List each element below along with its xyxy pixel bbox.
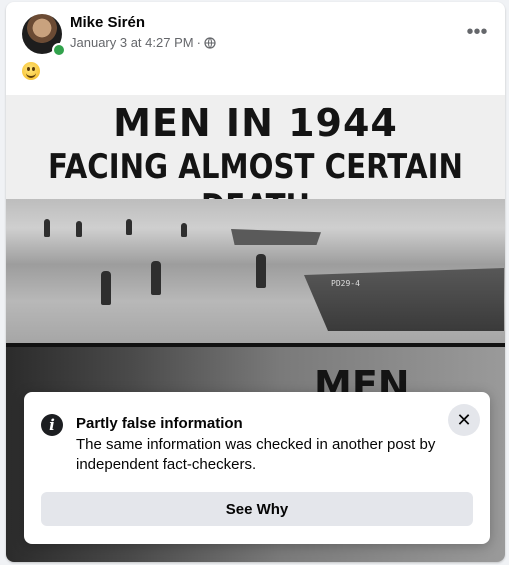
post-header: Mike Sirén January 3 at 4:27 PM · ••• xyxy=(6,2,505,92)
online-status-dot xyxy=(52,43,66,57)
fact-check-title: Partly false information xyxy=(76,415,243,432)
fact-check-overlay: i Partly false information The same info… xyxy=(24,392,490,544)
meme-caption-top: MEN IN 1944 xyxy=(113,101,398,145)
soldier-figure xyxy=(151,261,161,295)
post-meta: January 3 at 4:27 PM · xyxy=(70,35,216,50)
post-timestamp[interactable]: January 3 at 4:27 PM xyxy=(70,35,194,50)
soldier-figure xyxy=(76,221,82,237)
meta-separator: · xyxy=(196,35,201,50)
post-card: Mike Sirén January 3 at 4:27 PM · ••• ME… xyxy=(6,2,505,562)
meme-top-panel: MEN IN 1944 FACING ALMOST CERTAIN DEATH … xyxy=(6,95,505,345)
beach-landing-photo: PD29-4 xyxy=(6,199,505,345)
close-icon[interactable]: ✕ xyxy=(448,404,480,436)
soldier-figure xyxy=(126,219,132,235)
author-name[interactable]: Mike Sirén xyxy=(70,14,145,31)
info-icon: i xyxy=(41,414,63,436)
more-options-button[interactable]: ••• xyxy=(463,18,491,46)
grinning-face-emoji xyxy=(22,62,40,80)
landing-craft xyxy=(304,268,504,331)
soldier-figure xyxy=(256,254,266,288)
globe-icon xyxy=(204,36,216,49)
see-why-button[interactable]: See Why xyxy=(41,492,473,526)
soldier-figure xyxy=(101,271,111,305)
soldier-figure xyxy=(181,223,187,237)
post-text xyxy=(22,62,40,85)
soldier-figure xyxy=(44,219,50,237)
boat-marking: PD29-4 xyxy=(331,279,360,288)
fact-check-body: The same information was checked in anot… xyxy=(76,436,436,473)
landing-craft-distant xyxy=(231,229,321,245)
